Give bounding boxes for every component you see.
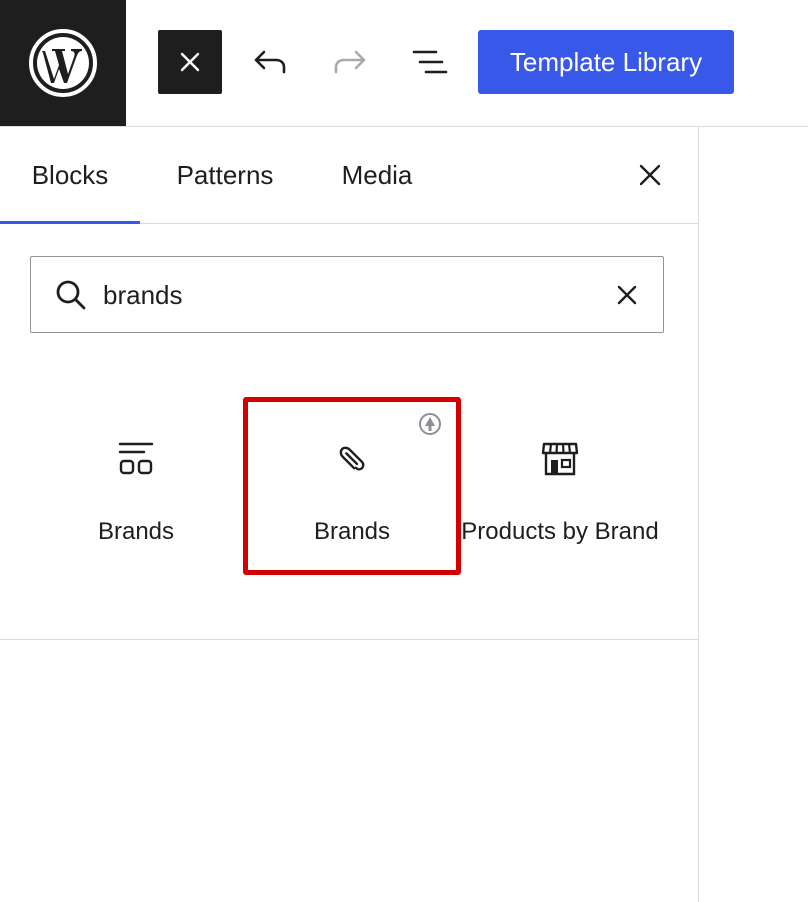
- block-search-box: [30, 256, 664, 333]
- wordpress-logo-button[interactable]: [0, 0, 126, 126]
- block-item-brands-highlighted[interactable]: Brands: [243, 397, 461, 575]
- close-icon: [180, 52, 200, 72]
- plugin-badge-icon: [419, 413, 441, 435]
- block-item-label: Brands: [97, 518, 175, 545]
- storefront-icon-wrap: [454, 441, 666, 481]
- block-inserter-panel: Blocks Patterns Media Bra: [0, 127, 699, 902]
- undo-button[interactable]: [238, 30, 302, 94]
- close-panel-button[interactable]: [622, 147, 678, 203]
- undo-icon: [254, 50, 286, 74]
- redo-button[interactable]: [318, 30, 382, 94]
- tab-patterns[interactable]: Patterns: [150, 127, 300, 223]
- tab-media[interactable]: Media: [322, 127, 432, 223]
- search-input[interactable]: [103, 269, 583, 321]
- inserter-tabs: Blocks Patterns Media: [0, 127, 698, 224]
- storefront-icon: [541, 442, 579, 476]
- brands-grid-icon: [118, 442, 154, 475]
- block-item-products-by-brand[interactable]: Products by Brand: [454, 397, 666, 573]
- paperclip-icon-wrap: [248, 441, 456, 481]
- document-overview-button[interactable]: [398, 30, 462, 94]
- tab-blocks[interactable]: Blocks: [0, 127, 140, 224]
- block-item-label: Brands: [313, 518, 391, 545]
- redo-icon: [334, 50, 366, 74]
- paperclip-icon: [339, 446, 365, 471]
- search-icon: [56, 280, 86, 310]
- divider: [0, 639, 698, 640]
- list-view-icon: [412, 50, 448, 74]
- close-inserter-button[interactable]: [158, 30, 222, 94]
- brands-grid-icon-wrap: [30, 441, 242, 481]
- clear-search-button[interactable]: [607, 275, 647, 315]
- block-item-label: Products by Brand: [461, 518, 659, 545]
- block-item-brands[interactable]: Brands: [30, 397, 242, 573]
- close-icon: [639, 164, 661, 186]
- editor-toolbar: Template Library: [0, 0, 808, 127]
- wordpress-logo-icon: [29, 29, 97, 97]
- template-library-button[interactable]: Template Library: [478, 30, 734, 94]
- close-icon: [617, 285, 637, 305]
